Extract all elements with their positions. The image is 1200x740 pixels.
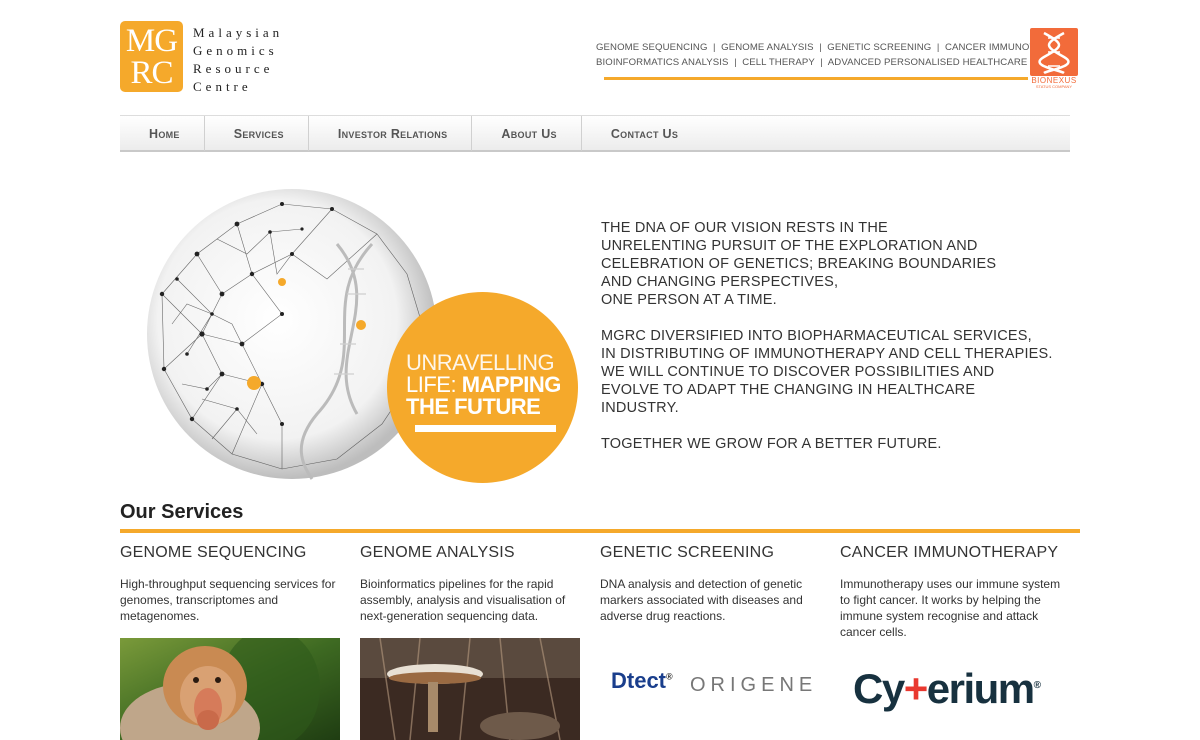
hero-line: CELEBRATION OF GENETICS; BREAKING BOUNDA… — [601, 256, 997, 272]
hero-line: EVOLVE TO ADAPT THE CHANGING IN HEALTHCA… — [601, 382, 976, 398]
hero-paragraph: THE DNA OF OUR VISION RESTS IN THE UNREL… — [601, 219, 1061, 309]
cyt-logo-a: Cy — [853, 665, 905, 712]
logo-line-1: MG — [125, 22, 178, 59]
brand-name-line: Genomics — [193, 43, 278, 58]
service-genome-analysis: GENOME ANALYSIS Bioinformatics pipelines… — [360, 544, 590, 624]
nav-home[interactable]: Home — [120, 116, 205, 151]
brand-name: Malaysian Genomics Resource Centre — [193, 24, 283, 96]
services-rule — [120, 529, 1080, 533]
brand-name-line: Malaysian — [193, 25, 284, 40]
dtect-logo-text: Dtect — [611, 668, 667, 693]
dtect-logo[interactable]: Dtect® — [611, 668, 673, 694]
service-cancer-immunotherapy: CANCER IMMUNOTHERAPY Immunotherapy uses … — [840, 544, 1070, 640]
hero-badge: UNRAVELLING LIFE: MAPPING THE FUTURE — [387, 292, 578, 483]
hero-line: UNRELENTING PURSUIT OF THE EXPLORATION A… — [601, 238, 978, 254]
nav-contact-us[interactable]: Contact Us — [582, 116, 702, 151]
hero-paragraph: TOGETHER WE GROW FOR A BETTER FUTURE. — [601, 435, 1061, 453]
header-tagline: GENOME SEQUENCING | GENOME ANALYSIS | GE… — [596, 40, 1076, 70]
mushroom-image[interactable] — [360, 638, 580, 740]
hero-line: ONE PERSON AT A TIME. — [601, 292, 777, 308]
service-genetic-screening: GENETIC SCREENING DNA analysis and detec… — [600, 544, 830, 624]
hero-line: WE WILL CONTINUE TO DISCOVER POSSIBILITI… — [601, 364, 995, 380]
brand-name-line: Resource — [193, 61, 274, 76]
hero-line: INDUSTRY. — [601, 400, 679, 416]
tagline-line-2: BIOINFORMATICS ANALYSIS | CELL THERAPY |… — [596, 57, 1028, 68]
hero-badge-line-3: THE FUTURE — [406, 394, 541, 419]
hero-line: TOGETHER WE GROW FOR A BETTER FUTURE. — [601, 436, 942, 452]
service-title[interactable]: CANCER IMMUNOTHERAPY — [840, 544, 1070, 562]
service-desc: High-throughput sequencing services for … — [120, 577, 336, 623]
hero-line: IN DISTRIBUTING OF IMMUNOTHERAPY AND CEL… — [601, 346, 1053, 362]
service-desc: Immunotherapy uses our immune system to … — [840, 577, 1061, 639]
service-title[interactable]: GENETIC SCREENING — [600, 544, 830, 562]
network-globe-image — [147, 189, 437, 480]
cyt-logo-b: erium — [926, 665, 1035, 712]
hero-badge-bar — [415, 425, 556, 432]
dna-icon — [1038, 31, 1070, 75]
tagline-rule — [604, 77, 1028, 80]
hero-line: THE DNA OF OUR VISION RESTS IN THE — [601, 220, 888, 236]
services-heading: Our Services — [120, 501, 244, 523]
cytoerium-logo[interactable]: Cy+erium® — [853, 665, 1041, 713]
service-title[interactable]: GENOME SEQUENCING — [120, 544, 350, 562]
main-nav: Home Services Investor Relations About U… — [120, 115, 1070, 152]
hero-line: MGRC DIVERSIFIED INTO BIOPHARMACEUTICAL … — [601, 328, 1032, 344]
cyt-logo-plus: + — [903, 665, 929, 712]
origene-logo[interactable]: ORIGENE — [690, 674, 817, 697]
hero-line: AND CHANGING PERSPECTIVES, — [601, 274, 839, 290]
mgrc-logo[interactable]: MG RC — [120, 21, 183, 92]
bionexus-logo — [1030, 28, 1078, 76]
tagline-line-1: GENOME SEQUENCING | GENOME ANALYSIS | GE… — [596, 42, 1076, 53]
nav-services[interactable]: Services — [205, 116, 309, 151]
brand-name-line: Centre — [193, 79, 252, 94]
nav-investor-relations[interactable]: Investor Relations — [309, 116, 473, 151]
service-desc: DNA analysis and detection of genetic ma… — [600, 577, 803, 623]
service-genome-sequencing: GENOME SEQUENCING High-throughput sequen… — [120, 544, 350, 624]
hero-statement: THE DNA OF OUR VISION RESTS IN THE UNREL… — [601, 219, 1061, 471]
service-title[interactable]: GENOME ANALYSIS — [360, 544, 590, 562]
service-desc: Bioinformatics pipelines for the rapid a… — [360, 577, 566, 623]
hero-paragraph: MGRC DIVERSIFIED INTO BIOPHARMACEUTICAL … — [601, 327, 1061, 417]
bionexus-sub: STATUS COMPANY — [1035, 84, 1073, 89]
logo-line-2: RC — [130, 54, 173, 91]
nav-about-us[interactable]: About Us — [472, 116, 582, 151]
proboscis-monkey-image[interactable] — [120, 638, 340, 740]
